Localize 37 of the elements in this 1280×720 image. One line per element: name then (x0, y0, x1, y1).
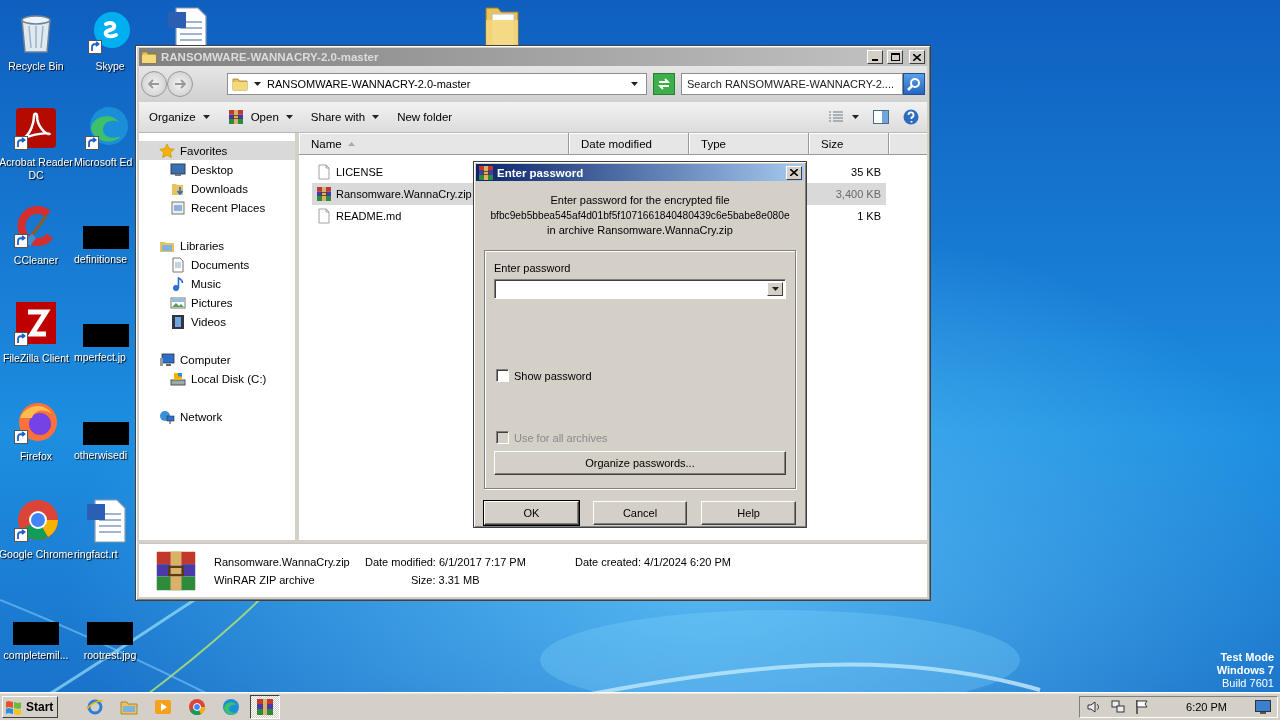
icon-label: completemil... (3, 649, 69, 662)
icon-label: Microsoft Ed (74, 156, 133, 169)
icon-label: Skype (95, 60, 125, 73)
clock: 6:20 PM (1186, 700, 1227, 713)
file-name: LICENSE (336, 166, 384, 178)
icon-label: mperfect.jp (74, 351, 126, 364)
icon-label: CCleaner (13, 254, 59, 267)
message-text: Enter password for the encrypted file (550, 193, 730, 208)
icon-label: FileZilla Client (3, 352, 69, 365)
checkbox-label: Show password (514, 369, 592, 382)
icon-label: ringfact.rt (74, 548, 118, 561)
file-type: WinRAR ZIP archive (214, 573, 316, 586)
file-name: Ransomware.WannaCry.zip (214, 555, 351, 568)
icon-label: Acrobat Reader DC (0, 156, 74, 182)
system-notice: Windows 7 (1216, 664, 1274, 677)
icon-label: definitionse (74, 253, 128, 266)
message-text: bfbc9eb5bbea545af4d01bf5f1071661840480439c6e5babe8e080e (490, 209, 790, 223)
icon-label: Google Chrome (0, 548, 74, 561)
message-text: in archive Ransomware.WannaCry.zip (547, 223, 733, 238)
system-notice: Build 7601 (1222, 677, 1274, 690)
window-title: RANSOMWARE-WANNACRY-2.0-master (161, 51, 380, 63)
file-size: 35 KB (850, 166, 882, 178)
field-label: Enter password (494, 262, 572, 274)
date-created: Date created: 4/1/2024 6:20 PM (575, 555, 731, 568)
system-notice: Test Mode (1220, 651, 1274, 664)
file-name: README.md (336, 210, 402, 222)
icon-label: Firefox (19, 450, 53, 463)
file-size: 1 KB (856, 210, 882, 222)
dialog-title: Enter password (497, 166, 585, 179)
date-modified: Date modified: 6/1/2017 7:17 PM (365, 555, 527, 568)
icon-label: Recycle Bin (8, 60, 64, 73)
icon-label: otherwisedi (74, 449, 128, 462)
file-size: 3,400 KB (834, 188, 882, 200)
file-name: Ransomware.WannaCry.zip (336, 188, 472, 200)
icon-label: rootrest.jpg (83, 649, 137, 662)
file-size: Size: 3.31 MB (410, 573, 481, 586)
checkbox-label: Use for all archives (514, 431, 608, 444)
